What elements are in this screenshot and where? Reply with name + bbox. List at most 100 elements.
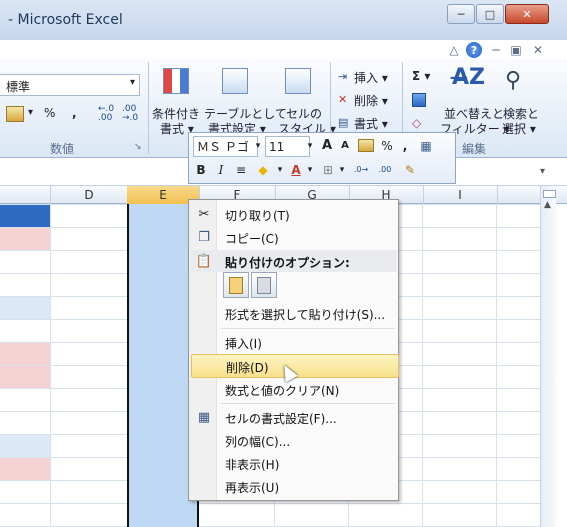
close-button[interactable]: ✕ <box>505 4 549 24</box>
vertical-scrollbar[interactable]: ▲ <box>540 186 556 527</box>
mini-toolbar: ＭＳ Ｐゴ ▾ 11 ▾ A A % , ▦ B I ≡ ◆ ▾ A ▾ ⊞ ▾… <box>188 132 456 184</box>
format-painter-brush-icon[interactable]: ✎ <box>401 160 419 179</box>
context-menu: ✂ 切り取り(T) ❐ コピー(C) 📋 貼り付けのオプション: 形式を選択して… <box>188 199 399 501</box>
delete-cells-icon[interactable]: ✕ <box>338 93 347 106</box>
percent-button[interactable]: % <box>44 106 55 120</box>
filled-cell[interactable] <box>0 297 50 319</box>
number-format-dropdown[interactable]: 標準 ▾ <box>0 74 140 96</box>
comma-button[interactable]: , <box>399 136 411 155</box>
column-header-c[interactable] <box>0 186 51 204</box>
filled-cell[interactable] <box>0 228 50 250</box>
menu-item-cut[interactable]: ✂ 切り取り(T) <box>191 203 397 225</box>
chevron-down-icon[interactable]: ▾ <box>253 136 263 155</box>
paste-option-button[interactable] <box>223 272 249 298</box>
format-cells-ribbon-icon[interactable]: ▤ <box>338 116 348 129</box>
cell-style-icon[interactable] <box>285 68 311 94</box>
format-painter-icon[interactable]: ▦ <box>417 136 435 155</box>
currency-dropdown-icon[interactable]: ▾ <box>28 107 33 118</box>
center-align-icon[interactable]: ≡ <box>233 160 249 179</box>
maximize-button[interactable]: □ <box>476 4 504 24</box>
group-label-edit: 編集 <box>462 142 487 156</box>
menu-item-label: 切り取り(T) <box>225 209 290 223</box>
column-header-d[interactable]: D <box>51 186 128 204</box>
comma-button[interactable]: , <box>72 106 77 120</box>
borders-icon[interactable]: ⊞ <box>319 160 337 179</box>
insert-cells-button[interactable]: 挿入 ▾ <box>354 69 388 86</box>
chevron-down-icon[interactable]: ▾ <box>305 136 315 155</box>
italic-button[interactable]: I <box>213 160 229 179</box>
bold-button[interactable]: B <box>193 160 209 179</box>
insert-cells-icon[interactable]: ⇥ <box>338 70 347 83</box>
menu-item-insert[interactable]: 挿入(I) <box>191 331 397 353</box>
delete-cells-button[interactable]: 削除 ▾ <box>354 92 388 109</box>
decrease-decimal-button[interactable]: .00 →.0 <box>122 105 138 123</box>
currency-format-icon[interactable] <box>6 106 24 122</box>
filled-cell[interactable] <box>0 205 50 227</box>
autosum-button[interactable]: Σ ▾ <box>412 69 430 83</box>
menu-item-label: 形式を選択して貼り付け(S)... <box>225 308 386 322</box>
menu-item-label: 削除(D) <box>226 361 269 375</box>
find-select-label2[interactable]: 選択 ▾ <box>502 120 536 137</box>
filled-cell[interactable] <box>0 458 50 480</box>
menu-item-format-cells[interactable]: ▦ セルの書式設定(F)... <box>191 406 397 428</box>
increase-decimal-button[interactable]: ←.0 .00 <box>98 105 114 123</box>
chevron-down-icon[interactable]: ▾ <box>337 160 347 179</box>
filled-cell[interactable] <box>0 343 50 365</box>
formula-bar-expand-icon[interactable]: ▾ <box>540 166 545 177</box>
binoculars-icon[interactable]: ⚲ <box>505 68 521 93</box>
column-header-i[interactable]: I <box>423 186 498 204</box>
workbook-restore-icon[interactable]: ▣ <box>508 42 524 58</box>
grow-font-icon[interactable]: A <box>319 136 335 155</box>
workbook-close-icon[interactable]: ✕ <box>530 42 546 58</box>
menu-item-hide[interactable]: 非表示(H) <box>191 452 397 474</box>
copy-icon: ❐ <box>198 229 210 245</box>
menu-item-unhide[interactable]: 再表示(U) <box>191 475 397 497</box>
percent-button[interactable]: % <box>379 136 395 155</box>
scissors-icon: ✂ <box>198 206 210 222</box>
menu-item-label: 挿入(I) <box>225 337 262 351</box>
menu-separator <box>221 328 395 329</box>
menu-item-label: コピー(C) <box>225 232 279 246</box>
menu-item-copy[interactable]: ❐ コピー(C) <box>191 226 397 248</box>
fill-icon[interactable] <box>412 93 426 107</box>
menu-item-label: 再表示(U) <box>225 481 280 495</box>
filled-cell[interactable] <box>0 435 50 457</box>
font-name-value: ＭＳ Ｐゴ <box>197 140 249 154</box>
gridline <box>50 204 51 527</box>
chevron-down-icon[interactable]: ▾ <box>275 160 285 179</box>
font-color-icon[interactable]: A <box>287 160 305 179</box>
column-header-j[interactable] <box>497 186 540 204</box>
font-name-box[interactable]: ＭＳ Ｐゴ <box>193 136 258 157</box>
number-format-value: 標準 <box>6 80 31 94</box>
fill-color-icon[interactable]: ◆ <box>253 160 273 179</box>
scroll-up-icon[interactable]: ▲ <box>544 200 551 210</box>
split-handle[interactable] <box>543 190 556 198</box>
table-format-icon[interactable] <box>222 68 248 94</box>
dialog-launcher-icon[interactable]: ↘ <box>134 142 142 152</box>
gridline <box>422 204 423 527</box>
font-size-box[interactable]: 11 <box>265 136 310 157</box>
menu-header-paste-options: 📋 貼り付けのオプション: <box>191 250 397 272</box>
chevron-down-icon: ▾ <box>129 77 135 88</box>
menu-item-paste-special[interactable]: 形式を選択して貼り付け(S)... <box>191 302 397 324</box>
clear-icon[interactable]: ◇ <box>412 116 421 130</box>
paste-values-button[interactable] <box>251 272 277 298</box>
menu-separator <box>221 403 395 404</box>
minimize-button[interactable]: ─ <box>447 4 475 24</box>
menu-item-clear-contents[interactable]: 数式と値のクリア(N) <box>191 378 397 400</box>
filled-cell[interactable] <box>0 366 50 388</box>
format-cells-button[interactable]: 書式 ▾ <box>354 115 388 132</box>
increase-decimal-icon[interactable]: .0→ <box>351 160 371 179</box>
format-cells-icon: ▦ <box>197 409 211 425</box>
group-divider <box>148 62 149 154</box>
help-icon[interactable]: ? <box>466 42 482 58</box>
conditional-format-icon[interactable] <box>163 68 189 94</box>
currency-format-icon[interactable] <box>357 136 375 155</box>
menu-item-column-width[interactable]: 列の幅(C)... <box>191 429 397 451</box>
shrink-font-icon[interactable]: A <box>337 136 353 155</box>
workbook-minimize-icon[interactable]: ─ <box>488 42 504 58</box>
chevron-down-icon[interactable]: ▾ <box>305 160 315 179</box>
decrease-decimal-icon[interactable]: .00 <box>375 160 395 179</box>
sort-filter-icon[interactable]: A̶Z <box>452 66 485 90</box>
ribbon-collapse-icon[interactable]: △ <box>446 42 462 58</box>
